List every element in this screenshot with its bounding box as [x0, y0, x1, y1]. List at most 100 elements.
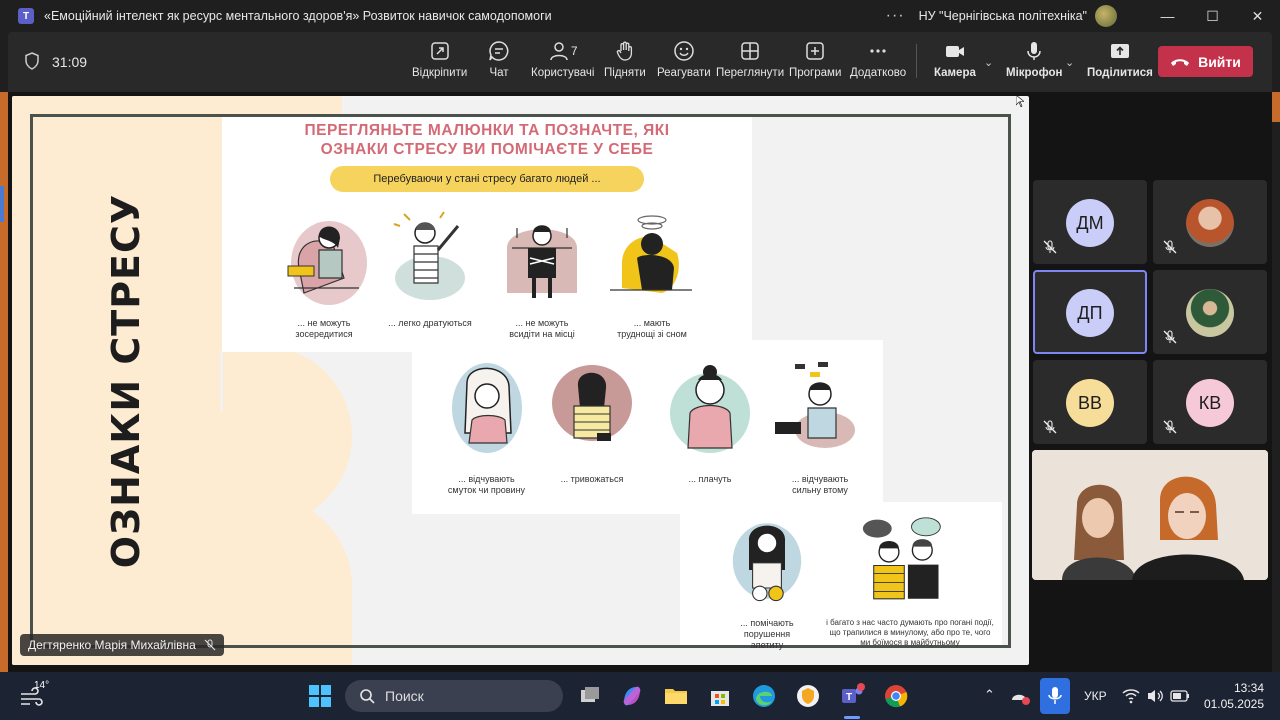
caption-sleep: ... мають труднощі зі сном [617, 318, 687, 339]
view-button[interactable]: Переглянути [716, 40, 784, 79]
ellipsis-icon [870, 49, 886, 53]
frame-gap [220, 351, 223, 411]
popout-label: Відкріпити [412, 67, 468, 79]
clock-date: 01.05.2025 [1203, 697, 1264, 711]
caption-irritated: ... легко дратуються [388, 318, 472, 328]
maximize-icon[interactable]: ☐ [1190, 8, 1235, 25]
participant-tile[interactable] [1153, 180, 1267, 264]
volume-icon[interactable] [1146, 688, 1164, 704]
meeting-timer: 31:09 [52, 54, 88, 70]
person-distracted-illustration [287, 221, 367, 305]
close-icon[interactable]: ✕ [1235, 8, 1280, 25]
participant-video-tile[interactable] [1032, 450, 1268, 580]
microphone-button[interactable]: Мікрофон [1006, 40, 1062, 79]
edge-browser-icon[interactable] [750, 682, 778, 710]
react-button[interactable]: Реагувати [657, 40, 711, 79]
clock-time: 13:34 [1233, 681, 1264, 695]
caption-overthinking: і багато з нас часто думають про погані … [826, 618, 994, 647]
hang-up-icon [1171, 58, 1190, 66]
person-crying-illustration [670, 365, 750, 453]
people-overthinking-illustration [862, 517, 941, 600]
chat-icon [489, 41, 509, 61]
person-irritated-illustration [393, 211, 465, 300]
react-label: Реагувати [657, 67, 711, 79]
slide-vertical-title: ОЗНАКИ СТРЕСУ [104, 193, 149, 569]
wifi-icon[interactable] [1122, 688, 1140, 704]
add-app-icon [806, 42, 824, 60]
meeting-toolbar: 31:09 Відкріпити Чат 7 Користувачі Підня… [8, 32, 1272, 92]
popout-button[interactable]: Відкріпити [412, 40, 467, 79]
view-label: Переглянути [716, 67, 785, 79]
task-view-icon[interactable] [576, 682, 604, 710]
grid-view-icon [741, 42, 759, 60]
copilot-icon[interactable] [618, 682, 646, 710]
person-sad-illustration [452, 363, 522, 453]
avatar [1186, 289, 1234, 337]
participant-tile[interactable]: ДМ [1033, 180, 1147, 264]
microphone-options-chevron-icon[interactable]: ⌄ [1065, 56, 1074, 69]
teams-app-icon[interactable]: T [838, 682, 866, 710]
leave-button[interactable]: Вийти [1158, 46, 1253, 77]
smiley-icon [674, 41, 694, 61]
camera-button[interactable]: Камера [934, 40, 976, 79]
search-icon [360, 689, 375, 704]
network-error-icon[interactable] [1010, 686, 1032, 706]
vpn-shield-app-icon[interactable] [794, 682, 822, 710]
person-tired-illustration [775, 362, 855, 448]
avatar: ВВ [1066, 379, 1114, 427]
caption-restless: ... не можуть всидіти на місці [509, 318, 575, 339]
person-anxious-illustration [552, 365, 632, 441]
people-icon [550, 42, 568, 61]
shield-icon [25, 52, 39, 70]
mouse-cursor-icon [1016, 95, 1024, 107]
participant-tile[interactable]: ДП [1033, 270, 1147, 354]
leave-label: Вийти [1198, 53, 1241, 70]
participant-tile[interactable] [1153, 270, 1267, 354]
microphone-label: Мікрофон [1006, 67, 1063, 79]
toolbar-divider [916, 44, 917, 78]
taskbar-search-input[interactable]: Поиск [345, 680, 563, 712]
slide-intro-pill: Перебуваючи у стані стресу багато людей … [330, 166, 644, 192]
mic-off-icon [1163, 330, 1177, 344]
desktop-background-strip [1272, 92, 1280, 122]
chat-button[interactable]: Чат [488, 40, 510, 79]
svg-text:T: T [846, 692, 852, 703]
windows-start-icon[interactable] [306, 682, 334, 710]
participant-tile[interactable]: КВ [1153, 360, 1267, 444]
caption-appetite: ... помічають порушення апетиту [740, 618, 794, 650]
participant-tile[interactable]: ВВ [1033, 360, 1147, 444]
meeting-title: «Емоційний інтелект як ресурс ментальног… [44, 9, 552, 23]
person-insomnia-illustration [610, 215, 692, 293]
account-avatar[interactable] [1095, 5, 1117, 27]
presenter-name: Дегтяренко Марія Михайлівна [28, 638, 196, 652]
system-clock[interactable]: 13:34 01.05.2025 [1202, 680, 1264, 712]
person-restless-illustration [507, 225, 577, 298]
microphone-in-use-indicator[interactable] [1040, 678, 1070, 714]
raise-hand-icon [616, 41, 632, 61]
more-button[interactable]: Додатково [850, 40, 906, 79]
show-hidden-icons-chevron-icon[interactable]: ⌃ [984, 687, 995, 703]
apps-button[interactable]: Програми [789, 40, 841, 79]
mic-off-icon [1163, 420, 1177, 434]
more-options-icon[interactable]: ··· [886, 7, 905, 25]
more-label: Додатково [850, 67, 907, 79]
search-placeholder: Поиск [385, 688, 424, 704]
chrome-browser-icon[interactable] [882, 682, 910, 710]
people-label: Користувачі [531, 67, 595, 79]
avatar [1186, 199, 1234, 247]
avatar: ДМ [1066, 199, 1114, 247]
camera-options-chevron-icon[interactable]: ⌄ [984, 56, 993, 69]
minimize-icon[interactable]: — [1145, 8, 1190, 24]
people-button[interactable]: 7 Користувачі [531, 40, 594, 79]
active-app-indicator [844, 716, 860, 719]
avatar: КВ [1186, 379, 1234, 427]
person-appetite-illustration [732, 523, 802, 602]
battery-icon[interactable] [1170, 689, 1190, 703]
microsoft-store-icon[interactable] [706, 682, 734, 710]
raise-hand-button[interactable]: Підняти [604, 40, 646, 79]
shared-screen[interactable]: ОЗНАКИ СТРЕСУ ПЕРЕГЛЯНЬТЕ МАЛЮНКИ ТА ПОЗ… [12, 96, 1029, 665]
input-language[interactable]: УКР [1084, 689, 1107, 703]
camera-icon [945, 46, 964, 57]
share-button[interactable]: Поділитися [1087, 40, 1153, 79]
file-explorer-icon[interactable] [662, 682, 690, 710]
